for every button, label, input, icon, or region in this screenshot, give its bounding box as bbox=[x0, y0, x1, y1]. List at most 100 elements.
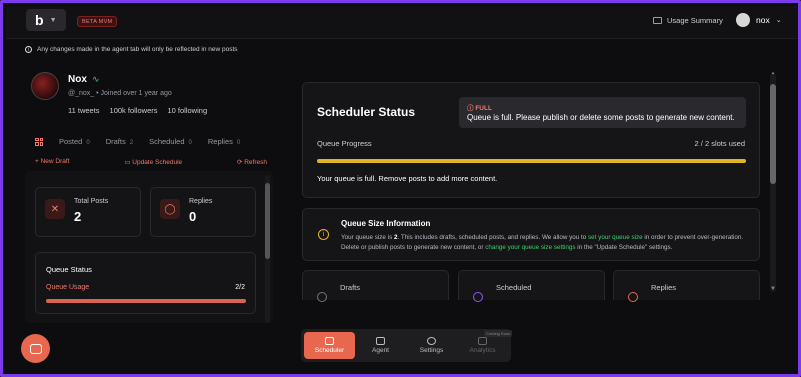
following-count: 10 following bbox=[167, 106, 208, 115]
full-label: ⓘ FULL bbox=[467, 105, 492, 112]
avatar bbox=[736, 13, 750, 27]
profile-avatar bbox=[31, 72, 59, 100]
tab-count: 0 bbox=[188, 140, 192, 146]
app-frame: b ▼ BETA MVM Usage Summary nox ⌄ i Any c… bbox=[0, 0, 801, 377]
tab-count: 2 bbox=[129, 140, 134, 146]
chat-button[interactable] bbox=[21, 334, 50, 363]
tweets-count: 11 tweets bbox=[68, 106, 100, 115]
tab-label: Drafts bbox=[105, 137, 126, 146]
scroll-down-arrow[interactable]: ▼ bbox=[770, 286, 776, 292]
nav-settings[interactable]: Settings bbox=[406, 332, 457, 359]
info-icon: i bbox=[25, 46, 32, 53]
text-segment: . This includes drafts, scheduled posts,… bbox=[397, 234, 589, 241]
text-segment: Your queue size is bbox=[341, 234, 394, 241]
slots-used: 2 / 2 slots used bbox=[694, 139, 745, 148]
replies-label: Replies bbox=[189, 198, 213, 205]
profile-stats: 11 tweets 100k followers 10 following bbox=[68, 106, 207, 115]
user-menu[interactable]: nox ⌄ bbox=[736, 13, 782, 27]
queue-full-alert: ⓘ FULL Queue is full. Please publish or … bbox=[459, 97, 746, 128]
full-label-text: FULL bbox=[475, 105, 492, 112]
x-icon: ✕ bbox=[45, 199, 65, 219]
chat-icon bbox=[29, 343, 42, 354]
queue-usage-bar bbox=[46, 299, 246, 303]
comment-icon: ◯ bbox=[160, 199, 180, 219]
notice-text: Any changes made in the agent tab will o… bbox=[37, 46, 238, 53]
activity-icon: ∿ bbox=[92, 74, 100, 84]
chevron-down-icon: ▼ bbox=[49, 16, 57, 24]
replies-mini-label: Replies bbox=[651, 283, 677, 292]
bottom-nav: Scheduler Agent Settings Analytics bbox=[301, 329, 511, 362]
drafts-label: Drafts bbox=[340, 283, 361, 292]
queue-full-text: Your queue is full. Remove posts to add … bbox=[317, 174, 498, 183]
change-queue-settings-link[interactable]: change your queue size settings bbox=[485, 244, 575, 251]
tab-count: 0 bbox=[86, 140, 90, 146]
tab-label: Posted bbox=[59, 137, 83, 146]
queue-status-card: Queue Status Queue Usage 2/2 bbox=[35, 252, 256, 314]
top-bar: b ▼ BETA MVM Usage Summary nox ⌄ bbox=[6, 6, 798, 39]
queue-progress-bar bbox=[317, 159, 746, 163]
nav-scheduler[interactable]: Scheduler bbox=[304, 332, 355, 359]
scheduler-title: Scheduler Status bbox=[317, 105, 416, 119]
beta-badge: BETA MVM bbox=[77, 16, 118, 27]
drafts-card: Drafts bbox=[302, 270, 449, 302]
refresh-button[interactable]: ⟳ Refresh bbox=[237, 158, 267, 166]
queue-progress-label: Queue Progress bbox=[317, 139, 372, 148]
tab-label: Scheduled bbox=[149, 137, 185, 146]
text-segment: in the "Update Schedule" settings. bbox=[575, 244, 673, 251]
robot-icon bbox=[376, 337, 385, 345]
queue-usage-label: Queue Usage bbox=[46, 284, 90, 291]
gear-icon bbox=[427, 337, 436, 345]
usage-summary-button[interactable]: Usage Summary bbox=[653, 16, 723, 25]
draft-icon bbox=[317, 292, 327, 302]
profile-name: Nox bbox=[68, 74, 87, 85]
total-posts-label: Total Posts bbox=[74, 198, 109, 205]
queue-usage-value: 2/2 bbox=[235, 284, 245, 291]
profile-handle: @_nox_ • Joined over 1 year ago bbox=[68, 90, 172, 97]
tab-replies[interactable]: Replies 0 bbox=[208, 137, 240, 146]
post-tabs: Posted 0 Drafts 2 Scheduled 0 Replies 0 bbox=[35, 137, 240, 146]
agent-notice: i Any changes made in the agent tab will… bbox=[25, 46, 238, 53]
left-scrollbar[interactable] bbox=[265, 175, 270, 323]
nav-agent[interactable]: Agent bbox=[355, 332, 406, 359]
tab-posted[interactable]: Posted 0 bbox=[59, 137, 90, 146]
action-row: + New Draft ▭ Update Schedule ⟳ Refresh bbox=[35, 158, 267, 166]
right-panel: Scheduler Status ⓘ FULL Queue is full. P… bbox=[293, 72, 773, 302]
update-schedule-label: Update Schedule bbox=[132, 159, 183, 166]
username: nox bbox=[756, 15, 770, 25]
full-message: Queue is full. Please publish or delete … bbox=[467, 113, 735, 122]
left-panel: ✕ Total Posts 2 ◯ Replies 0 Queue Status… bbox=[25, 171, 273, 323]
tab-scheduled[interactable]: Scheduled 0 bbox=[149, 137, 192, 146]
refresh-label: Refresh bbox=[244, 159, 267, 166]
scheduled-card: Scheduled bbox=[458, 270, 605, 302]
tab-count: 0 bbox=[236, 140, 241, 146]
total-posts-card: ✕ Total Posts 2 bbox=[35, 187, 141, 237]
card-icon bbox=[653, 17, 662, 24]
set-queue-size-link[interactable]: set your queue size bbox=[588, 234, 643, 241]
scheduled-label: Scheduled bbox=[496, 283, 532, 292]
replies-value: 0 bbox=[189, 209, 197, 224]
nav-label: Analytics bbox=[469, 347, 496, 354]
chart-icon bbox=[478, 337, 487, 345]
replies-mini-card: Replies bbox=[613, 270, 760, 302]
queue-status-title: Queue Status bbox=[46, 265, 92, 274]
grid-icon[interactable] bbox=[35, 137, 43, 146]
joined-text: • Joined over 1 year ago bbox=[96, 90, 172, 97]
queue-info-text: Your queue size is 2. This includes draf… bbox=[341, 233, 751, 253]
workspace-switcher[interactable]: b ▼ bbox=[26, 9, 66, 31]
tab-drafts[interactable]: Drafts 2 bbox=[106, 137, 133, 146]
followers-count: 100k followers bbox=[109, 106, 158, 115]
update-schedule-button[interactable]: ▭ Update Schedule bbox=[124, 158, 182, 166]
usage-summary-label: Usage Summary bbox=[667, 16, 723, 25]
tab-label: Replies bbox=[207, 137, 233, 146]
right-scrollbar[interactable] bbox=[770, 74, 776, 292]
calendar-icon bbox=[325, 337, 334, 345]
nav-label: Scheduler bbox=[314, 347, 345, 354]
info-icon: i bbox=[318, 229, 329, 240]
queue-size-info-card: i Queue Size Information Your queue size… bbox=[302, 208, 760, 261]
total-posts-value: 2 bbox=[74, 209, 82, 224]
reply-icon bbox=[628, 292, 638, 302]
coming-soon-badge: Coming Soon bbox=[484, 330, 513, 337]
new-draft-button[interactable]: + New Draft bbox=[35, 158, 70, 166]
nav-label: Agent bbox=[372, 347, 389, 354]
handle-text: @_nox_ bbox=[68, 90, 95, 97]
